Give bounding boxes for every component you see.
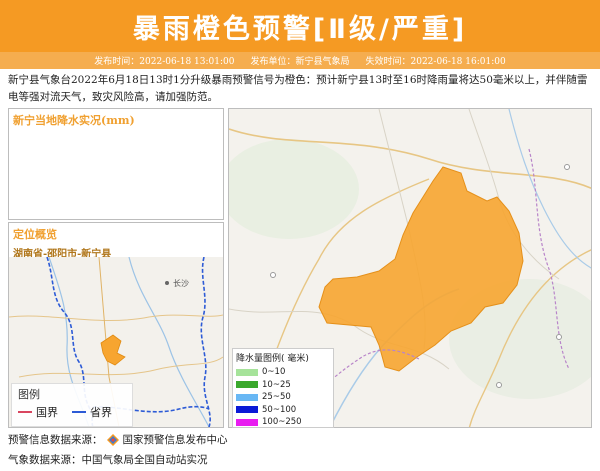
location-panel-title: 定位概览: [13, 228, 57, 241]
town-marker: [496, 382, 502, 388]
expire-time: 失效时间：2022-06-18 16:01:00: [365, 57, 506, 67]
warning-center-logo-icon: [106, 433, 119, 446]
rain-range-label: 25~50: [262, 392, 291, 403]
rain-range-label: 100~250: [262, 417, 302, 428]
legend-row-national: 国界 省界: [12, 404, 132, 420]
town-marker: [564, 164, 570, 170]
legend-title: 图例: [18, 388, 40, 401]
warning-source-link[interactable]: 国家预警信息发布中心: [123, 432, 228, 447]
rain-swatch: [236, 393, 258, 401]
rain-swatch: [236, 381, 258, 389]
rain-range-label: 0~10: [262, 367, 286, 378]
rainfall-legend-title: 降水量图例( 毫米): [236, 354, 309, 364]
warning-summary: 新宁县气象台2022年6月18日13时1分升级暴雨预警信号为橙色：预计新宁县13…: [8, 74, 588, 103]
warning-title: 暴雨橙色预警[Ⅱ级/严重]: [132, 13, 468, 45]
rain-range-label: 10~25: [262, 379, 291, 390]
minimap-legend: 图例 国界 省界: [11, 383, 133, 427]
legend-national-label: 国界: [36, 406, 58, 419]
rainfall-legend-row: 50~100: [236, 404, 330, 417]
location-overview-panel: 定位概览 湖南省-邵阳市-新宁县 长沙 图例 国界 省界: [8, 222, 224, 428]
warning-source-label: 预警信息数据来源：: [8, 434, 103, 446]
provincial-border-swatch: [72, 411, 86, 413]
legend-provincial-label: 省界: [90, 406, 112, 419]
rain-range-label: 50~100: [262, 404, 297, 415]
location-overview-header: 定位概览 湖南省-邵阳市-新宁县: [9, 223, 223, 260]
national-border-swatch: [18, 411, 32, 413]
rainfall-legend-row: 25~50: [236, 391, 330, 404]
rain-panel-title: 新宁当地降水实况(mm): [13, 114, 135, 127]
city-label: 长沙: [173, 278, 189, 288]
overview-minimap[interactable]: 长沙 图例 国界 省界: [9, 256, 223, 427]
warning-meta-bar: 发布时间：2022-06-18 13:01:00 发布单位：新宁县气象局 失效时…: [0, 52, 600, 69]
town-marker: [556, 334, 562, 340]
weather-source-line: 气象数据来源：中国气象局全国自动站实况: [8, 454, 208, 466]
rain-swatch: [236, 418, 258, 426]
rainfall-legend-row: 100~250: [236, 416, 330, 429]
warning-source-line: 预警信息数据来源： 国家预警信息发布中心: [8, 432, 228, 447]
city-dot: [165, 281, 169, 285]
rain-swatch: [236, 368, 258, 376]
rainfall-legend-row: 0~10: [236, 366, 330, 379]
publish-time: 发布时间：2022-06-18 13:01:00: [94, 57, 235, 67]
publisher: 发布单位：新宁县气象局: [250, 57, 350, 67]
rainfall-legend-row: 10~25: [236, 379, 330, 392]
rain-swatch: [236, 406, 258, 414]
rainfall-legend: 降水量图例( 毫米) 0~10 10~25 25~50 50~100 100~2…: [232, 348, 334, 428]
warning-header: 暴雨橙色预警[Ⅱ级/严重]: [0, 0, 600, 52]
town-marker: [270, 272, 276, 278]
rain-observation-panel: 新宁当地降水实况(mm): [8, 108, 224, 220]
